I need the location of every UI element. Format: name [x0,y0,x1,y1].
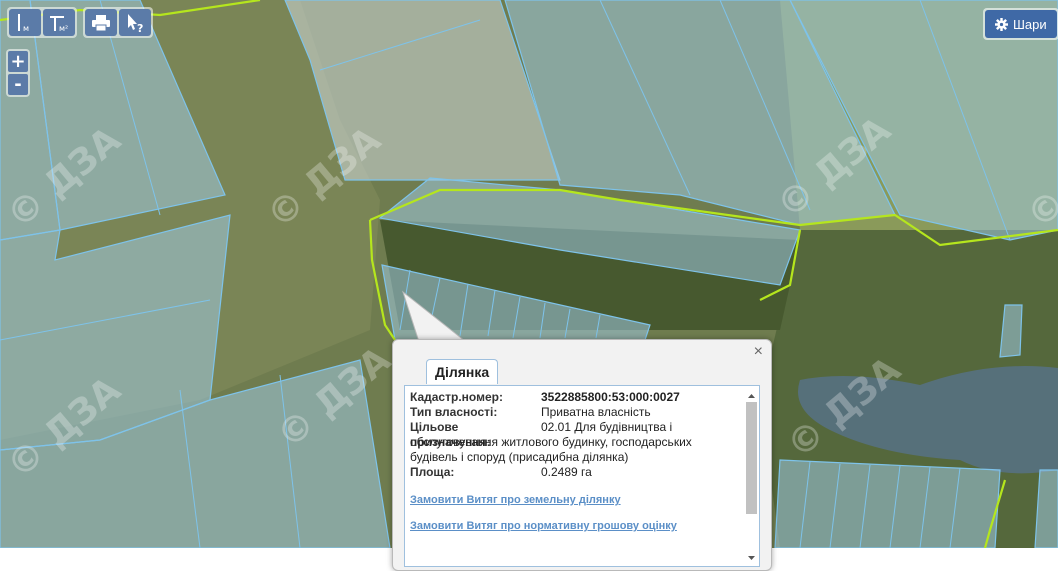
attr-row-ownership: Тип власності: Приватна власність [410,405,759,420]
parcel-attributes: Кадастр.номер: 3522885800:53:000:0027 Ти… [405,386,759,532]
gear-icon [995,17,1008,31]
attr-key: Кадастр.номер: [410,390,503,404]
action-toolbar: ? [83,7,153,38]
close-icon[interactable]: × [754,343,763,361]
printer-icon [92,14,110,31]
attr-row-area: Площа: 0.2489 га [410,465,759,480]
measure-toolbar: м м² [7,7,77,38]
order-valuation-extract-link[interactable]: Замовити Витяг про нормативну грошову оц… [410,520,759,532]
layers-label: Шари [1013,16,1047,32]
measure-area-button[interactable]: м² [43,9,75,36]
svg-text:м²: м² [59,24,68,33]
svg-text:м: м [23,24,29,33]
identify-button[interactable]: ? [119,9,151,36]
ruler-length-icon: м [18,13,29,33]
print-button[interactable] [85,9,117,36]
attr-value: 3522885800:53:000:0027 [541,390,680,404]
attr-value: Приватна власність [541,405,651,419]
popup-scrollbar[interactable] [746,392,757,562]
scroll-down-icon[interactable] [748,556,755,560]
parcel-info-content: Кадастр.номер: 3522885800:53:000:0027 Ти… [404,385,760,567]
zoom-out-button[interactable]: - [8,74,28,95]
zoom-in-button[interactable]: + [8,51,28,72]
layers-control: Шари [983,8,1058,40]
ruler-area-icon: м² [50,15,68,33]
zoom-control: + - [6,49,30,97]
order-land-extract-link[interactable]: Замовити Витяг про земельну ділянку [410,494,759,506]
attr-row-cadastral: Кадастр.номер: 3522885800:53:000:0027 [410,390,759,405]
measure-length-button[interactable]: м [9,9,41,36]
attr-row-purpose: Цільове призначення: 02.01 Для будівницт… [410,420,759,465]
parcel-info-popup: × Ділянка Кадастр.номер: 3522885800:53:0… [392,339,772,571]
layers-button[interactable]: Шари [985,10,1057,38]
svg-text:?: ? [137,22,143,34]
tab-parcel[interactable]: Ділянка [426,359,499,384]
scroll-thumb[interactable] [746,402,757,514]
attr-key: Площа: [410,465,455,479]
attr-value: 0.2489 га [541,465,592,479]
attr-key: Тип власності: [410,405,498,419]
attr-value: 02.01 Для будівництва і обслуговування ж… [410,420,692,464]
scroll-up-icon[interactable] [748,394,755,398]
cursor-question-icon: ? [128,13,143,34]
